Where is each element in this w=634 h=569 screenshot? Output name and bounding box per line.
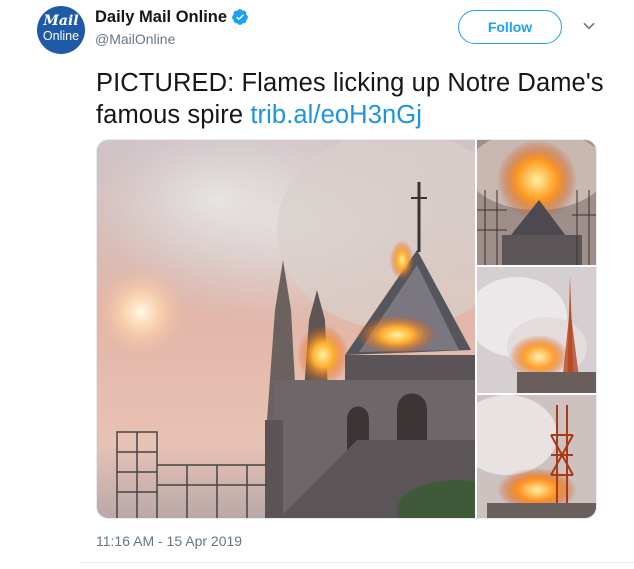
chevron-down-icon[interactable]	[580, 17, 598, 35]
tweet-card: Mail Online Daily Mail Online @MailOnlin…	[0, 0, 634, 569]
photo-thumb-1[interactable]	[477, 140, 596, 265]
tweet-link[interactable]: trib.al/eoH3nGj	[250, 101, 422, 129]
account-name-row[interactable]: Daily Mail Online	[95, 7, 249, 27]
avatar-logo-line2: Online	[42, 29, 80, 43]
display-name[interactable]: Daily Mail Online	[95, 8, 227, 27]
photo-main[interactable]	[97, 140, 475, 518]
avatar-logo-line1: Mail	[43, 13, 79, 29]
follow-button[interactable]: Follow	[458, 10, 562, 44]
photo-thumb-2[interactable]	[477, 267, 596, 393]
verified-badge-icon	[231, 8, 249, 26]
media-grid	[96, 139, 597, 519]
account-handle[interactable]: @MailOnline	[95, 31, 175, 47]
tweet-timestamp[interactable]: 11:16 AM - 15 Apr 2019	[96, 533, 242, 549]
avatar[interactable]: Mail Online	[37, 6, 85, 54]
photo-thumb-3[interactable]	[477, 395, 596, 518]
divider	[80, 562, 634, 563]
tweet-text: PICTURED: Flames licking up Notre Dame's…	[96, 67, 616, 131]
